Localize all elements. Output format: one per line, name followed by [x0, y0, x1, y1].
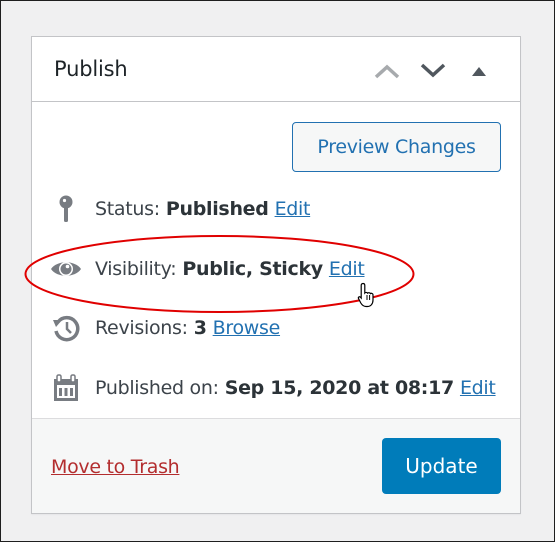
edit-status-link[interactable]: Edit — [275, 198, 311, 220]
chevron-down-icon — [420, 63, 446, 78]
panel-header: Publish — [32, 37, 520, 102]
update-button[interactable]: Update — [382, 438, 501, 494]
move-up-button[interactable] — [364, 57, 410, 85]
visibility-label: Visibility: — [95, 258, 177, 280]
preview-changes-button[interactable]: Preview Changes — [292, 122, 501, 172]
visibility-row: Visibility: Public, Sticky Edit — [50, 254, 365, 284]
status-row: Status: Published Edit — [50, 194, 310, 224]
published-on-label: Published on: — [95, 377, 219, 399]
eye-icon — [50, 254, 82, 284]
edit-date-link[interactable]: Edit — [460, 377, 496, 399]
chevron-up-icon — [374, 64, 400, 79]
handle-actions — [364, 57, 502, 85]
visibility-value: Public, Sticky — [182, 258, 323, 280]
edit-visibility-link[interactable]: Edit — [329, 258, 365, 280]
major-publishing-actions: Move to Trash Update — [32, 418, 520, 513]
published-on-date: Sep 15, 2020 at 08:17 — [224, 377, 455, 399]
status-value: Published — [165, 198, 269, 220]
browse-revisions-link[interactable]: Browse — [213, 317, 281, 339]
calendar-icon — [50, 373, 82, 403]
publish-panel: Publish Preview Changes Status: Publishe… — [31, 36, 521, 514]
pin-icon — [50, 194, 82, 224]
panel-body: Preview Changes Status: Published Edit V… — [32, 102, 520, 420]
status-label: Status: — [95, 198, 160, 220]
toggle-panel-button[interactable] — [456, 57, 502, 85]
history-icon — [50, 313, 82, 343]
triangle-up-icon — [472, 67, 486, 76]
revisions-label: Revisions: — [95, 317, 188, 339]
revisions-row: Revisions: 3 Browse — [50, 313, 280, 343]
revisions-count: 3 — [193, 317, 207, 339]
move-down-button[interactable] — [410, 57, 456, 85]
published-on-row: Published on: Sep 15, 2020 at 08:17 Edit — [50, 373, 496, 403]
move-to-trash-link[interactable]: Move to Trash — [51, 456, 180, 478]
panel-title: Publish — [54, 57, 128, 81]
